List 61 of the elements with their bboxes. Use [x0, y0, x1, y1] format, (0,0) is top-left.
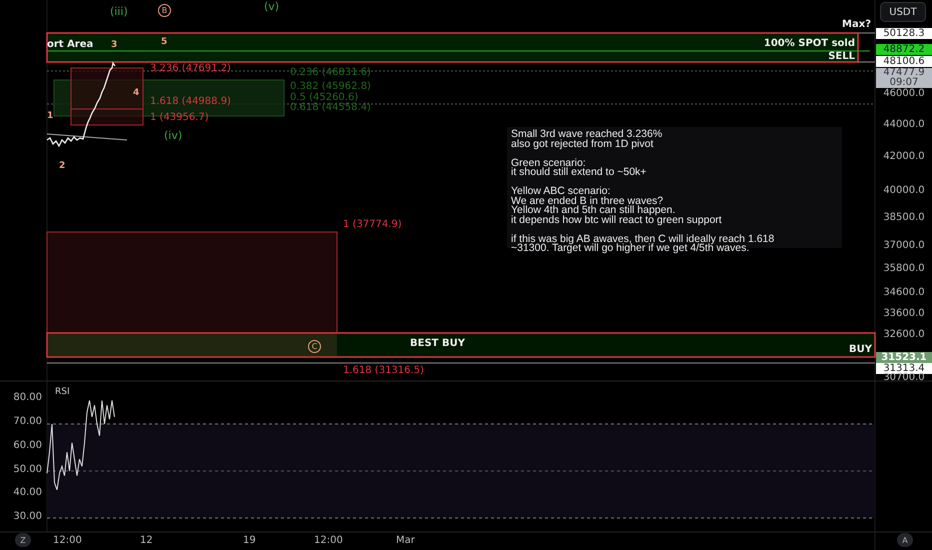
- rsi-tick: 60.00: [12, 440, 42, 451]
- price-tag: 48100.6: [876, 56, 932, 67]
- price-tag: 48872.2: [876, 44, 932, 55]
- fib-level-label: 0.382 (45962.8): [290, 81, 371, 92]
- wave-label: (iv): [164, 130, 182, 142]
- fib-level-label: 1 (43956.7): [150, 112, 209, 124]
- note-text: Green scenario: it should still extend to ~50k+: [511, 158, 648, 178]
- wave-label: C: [308, 340, 321, 353]
- sell-label: SELL: [828, 52, 855, 62]
- price-tick: 35800.0: [882, 263, 926, 274]
- buy-label: BUY: [849, 345, 872, 355]
- time-tick: 12:00: [314, 535, 343, 546]
- fib-level-label: 0.236 (46831.6): [290, 67, 371, 79]
- rsi-title: RSI: [55, 387, 70, 397]
- note-text: if this was big AB awaves, then C will ideally reach 1.618 ~31300. Target will go higher if we get 4/5th waves.: [511, 234, 776, 254]
- price-tick: 33600.0: [882, 308, 926, 319]
- rsi-tick: 30.00: [12, 511, 42, 522]
- wave-label: B: [158, 4, 171, 17]
- wave-label: 2: [59, 160, 66, 172]
- time-tick: Mar: [396, 535, 415, 546]
- fib-level-label: 1.618 (44988.9): [150, 96, 231, 108]
- fib-level-label: 1.618 (31316.5): [343, 365, 424, 377]
- zoom-button[interactable]: Z: [15, 533, 31, 547]
- currency-button[interactable]: USDT: [880, 2, 926, 22]
- wave-label: 4: [133, 87, 140, 99]
- wave-label: 3: [111, 39, 118, 51]
- wave-label: (v): [264, 1, 280, 13]
- price-tag: 47477.9 09:07: [876, 68, 932, 88]
- rsi-tick: 40.00: [12, 487, 42, 498]
- fib-level-label: 1 (37774.9): [343, 219, 402, 231]
- price-tick: 46000.0: [882, 88, 926, 99]
- price-tick: 38500.0: [882, 212, 926, 223]
- fib-level-label: 0.5 (45260.6): [290, 92, 358, 103]
- wave-label: (iii): [110, 6, 128, 18]
- max-label: Max?: [842, 20, 871, 30]
- rsi-tick: 50.00: [12, 464, 42, 475]
- note-text: Small 3rd wave reached 3.236% also got rejected from 1D pivot: [511, 130, 664, 149]
- sell-zone-label: ort Area: [47, 40, 94, 50]
- time-tick: 12: [140, 535, 153, 546]
- price-tag: 50128.3: [876, 28, 932, 39]
- price-tick: 40000.0: [882, 185, 926, 196]
- auto-scale-button[interactable]: A: [897, 533, 913, 547]
- wave-label: 1: [47, 110, 54, 122]
- spot-sold-label: 100% SPOT sold: [764, 39, 855, 49]
- price-tick: 34600.0: [882, 287, 926, 298]
- price-tag: 31313.4: [876, 363, 932, 374]
- price-tick: 42000.0: [882, 151, 926, 162]
- time-tick: 19: [243, 535, 256, 546]
- price-tick: 32600.0: [882, 329, 926, 340]
- fib-level-label: 0.618 (44558.4): [290, 102, 371, 114]
- time-tick: 12:00: [53, 535, 82, 546]
- price-tick: 30700.0: [882, 372, 926, 383]
- rsi-tick: 70.00: [12, 416, 42, 427]
- price-tick: 37000.0: [882, 240, 926, 251]
- note-text: Yellow ABC scenario: We are ended B in three waves? Yellow 4th and 5th can still happen. it depends how btc will react to green support: [511, 187, 723, 225]
- best-buy-label: BEST BUY: [410, 339, 465, 349]
- price-tag: 31523.1: [876, 352, 932, 363]
- price-tick: 44000.0: [882, 119, 926, 130]
- wave-label: 5: [161, 36, 168, 48]
- fib-level-label: 3.236 (47691.2): [150, 63, 231, 75]
- rsi-tick: 80.00: [12, 392, 42, 403]
